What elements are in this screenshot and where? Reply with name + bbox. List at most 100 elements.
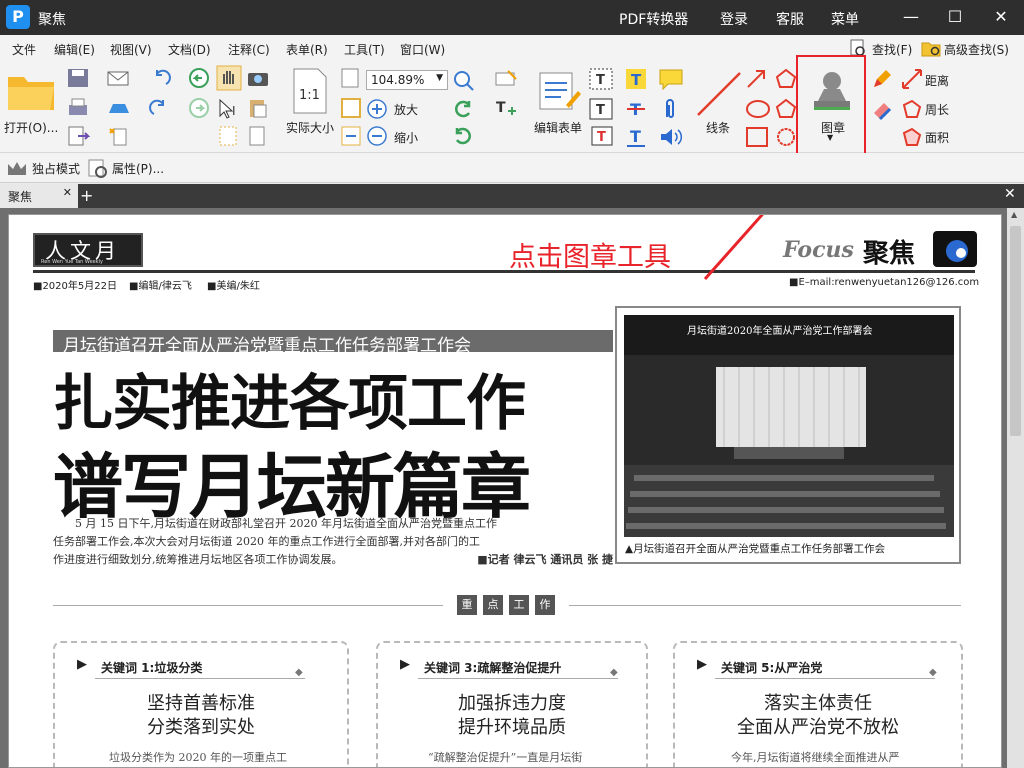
menu-edit[interactable]: 编辑(E)	[54, 41, 95, 58]
snapshot-icon[interactable]	[246, 67, 270, 89]
arrow-icon[interactable]	[744, 67, 770, 91]
close-all-icon[interactable]: ✕	[1004, 186, 1016, 202]
menu-view[interactable]: 视图(V)	[110, 41, 152, 58]
note-icon[interactable]	[658, 67, 684, 91]
find-button[interactable]: 查找(F)	[872, 41, 912, 58]
area-label[interactable]: 面积	[925, 129, 949, 146]
hand-tool-icon[interactable]	[216, 65, 242, 91]
zoom-out-icon[interactable]	[366, 125, 388, 147]
advanced-find-icon	[921, 42, 941, 57]
menu-file[interactable]: 文件	[12, 41, 36, 58]
open-folder-icon[interactable]	[6, 69, 56, 113]
menu-form[interactable]: 表单(R)	[286, 41, 328, 58]
headline-line1: 扎实推进各项工作	[53, 369, 526, 439]
sound-icon[interactable]	[658, 125, 684, 149]
page-select-icon[interactable]	[216, 125, 242, 147]
text-box-icon[interactable]: T	[588, 97, 614, 121]
polygon-icon[interactable]	[774, 67, 798, 91]
perimeter-icon[interactable]	[900, 97, 924, 121]
zoom-value: 104.89%	[371, 73, 425, 87]
line-label[interactable]: 线条	[706, 119, 730, 136]
meeting-photo	[624, 315, 954, 537]
perimeter-label[interactable]: 周长	[925, 101, 949, 118]
stamp-tool-small-icon[interactable]	[106, 97, 132, 119]
exclusive-mode-button[interactable]: 独占模式	[32, 160, 80, 177]
area-icon[interactable]	[900, 125, 924, 149]
form-field-icon[interactable]	[494, 67, 520, 89]
actual-size-icon[interactable]: 1:1	[290, 67, 330, 115]
menu-comment[interactable]: 注释(C)	[228, 41, 270, 58]
keyword-card: ▶ 关键词 1:垃圾分类 ◆ 坚持首善标准 分类落到实处 垃圾分类作为 2020…	[53, 641, 349, 767]
properties-button[interactable]: 属性(P)...	[112, 160, 164, 177]
menu-document[interactable]: 文档(D)	[168, 41, 211, 58]
service-button[interactable]: 客服	[776, 9, 804, 29]
zoom-out-label[interactable]: 缩小	[394, 129, 418, 146]
page-tool-icon[interactable]	[246, 125, 270, 147]
menu-window[interactable]: 窗口(W)	[400, 41, 445, 58]
new-document-icon[interactable]	[106, 125, 132, 147]
fit-page-icon[interactable]	[340, 67, 360, 89]
pentagon-icon[interactable]	[774, 97, 798, 121]
forward-icon[interactable]	[188, 97, 210, 119]
close-icon[interactable]: ✕	[986, 4, 1016, 30]
distance-label[interactable]: 距离	[925, 72, 949, 89]
ellipse-icon[interactable]	[744, 97, 772, 121]
attachment-icon[interactable]	[658, 97, 684, 121]
export-icon[interactable]	[66, 125, 90, 147]
actual-size-label[interactable]: 实际大小	[286, 119, 334, 136]
minimize-icon[interactable]: —	[896, 4, 926, 30]
menu-tools[interactable]: 工具(T)	[344, 41, 385, 58]
rotate-cw-icon[interactable]	[452, 125, 474, 147]
pdf-converter-button[interactable]: PDF转换器	[619, 9, 688, 29]
scrollbar-thumb[interactable]	[1010, 226, 1021, 436]
select-text-icon[interactable]: I	[216, 97, 242, 119]
back-icon[interactable]	[188, 67, 210, 89]
cloud-icon[interactable]	[774, 125, 798, 149]
scroll-up-icon[interactable]: ▲	[1011, 210, 1017, 219]
edit-form-icon[interactable]	[536, 69, 582, 113]
edit-form-label[interactable]: 编辑表单	[534, 119, 582, 136]
zoom-select[interactable]: 104.89% ▼	[366, 70, 448, 90]
stamp-dropdown-icon[interactable]: ▼	[827, 133, 833, 142]
redo-icon[interactable]	[148, 97, 174, 119]
paste-icon[interactable]	[246, 97, 270, 119]
tab-close-icon[interactable]: ✕	[63, 186, 72, 199]
text-field-icon[interactable]: T	[494, 97, 520, 121]
email-icon[interactable]	[106, 67, 132, 89]
new-tab-icon[interactable]: +	[80, 186, 93, 205]
underline-icon[interactable]: T	[624, 125, 648, 149]
pencil-icon[interactable]	[870, 67, 894, 91]
open-button-label[interactable]: 打开(O)...	[4, 119, 58, 136]
line-icon[interactable]	[694, 69, 744, 119]
lead-line3: 作进度进行细致划分,统筹推进月坛地区各项工作协调发展。	[53, 553, 343, 566]
fit-width-icon[interactable]	[340, 97, 362, 119]
stamp-icon[interactable]	[808, 67, 856, 111]
zoom-in-label[interactable]: 放大	[394, 101, 418, 118]
distance-icon[interactable]	[900, 67, 924, 91]
typewriter-icon[interactable]: T	[588, 67, 614, 91]
card-keyword: 关键词 1:垃圾分类	[101, 661, 203, 675]
annotation-arrow-icon	[703, 215, 764, 280]
svg-text:T: T	[630, 127, 641, 146]
callout-icon[interactable]: T	[588, 125, 614, 149]
app-logo-icon: P	[6, 5, 30, 29]
undo-icon[interactable]	[148, 67, 174, 89]
eraser-icon[interactable]	[870, 97, 894, 121]
zoom-tool-icon[interactable]	[452, 69, 476, 91]
print-icon[interactable]	[66, 97, 90, 119]
rectangle-icon[interactable]	[744, 125, 770, 149]
tab-document[interactable]: 聚焦 ✕	[0, 184, 78, 208]
rotate-ccw-icon[interactable]	[452, 98, 474, 120]
save-icon[interactable]	[66, 67, 90, 89]
secondary-toolbar: 独占模式 属性(P)...	[0, 153, 1024, 183]
strikeout-icon[interactable]: T	[624, 97, 648, 121]
menu-button[interactable]: 菜单	[831, 9, 859, 29]
vertical-scrollbar[interactable]: ▲	[1007, 208, 1024, 768]
play-icon: ▶	[697, 657, 707, 672]
zoom-in-icon[interactable]	[366, 98, 388, 120]
login-button[interactable]: 登录	[720, 9, 748, 29]
highlight-text-icon[interactable]: T	[624, 67, 648, 91]
advanced-find-button[interactable]: 高级查找(S)	[944, 41, 1009, 58]
fit-visible-icon[interactable]	[340, 125, 362, 147]
maximize-icon[interactable]: ☐	[940, 4, 970, 30]
